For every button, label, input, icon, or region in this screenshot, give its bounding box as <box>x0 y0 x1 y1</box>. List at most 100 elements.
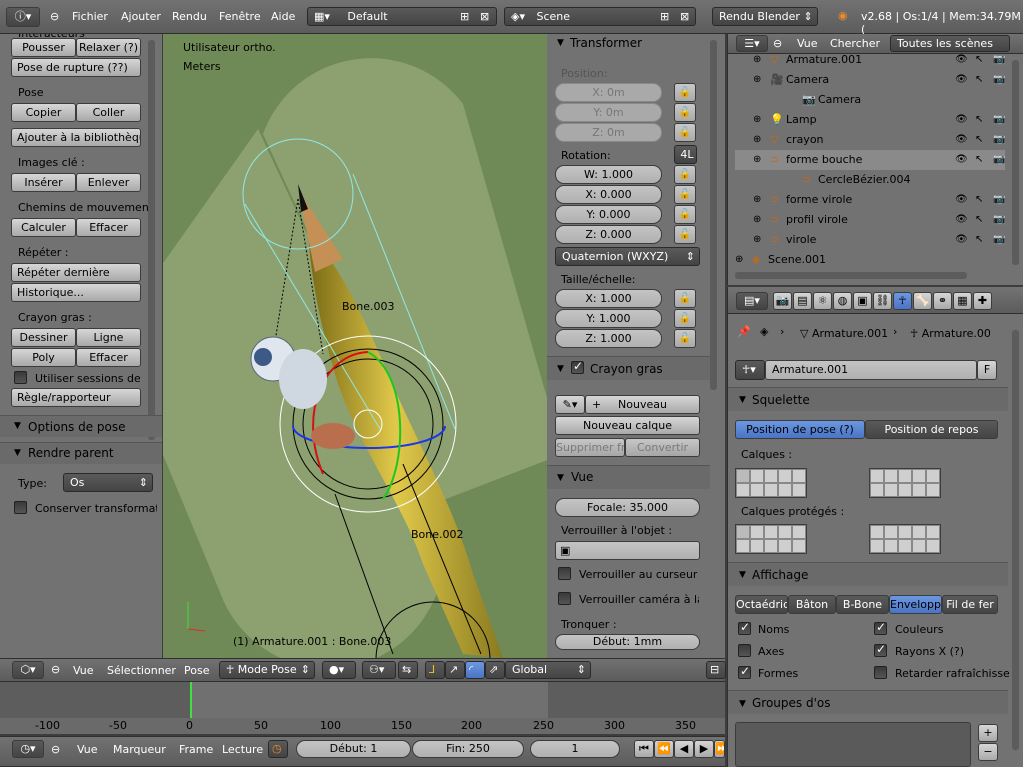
menu-aide[interactable]: Aide <box>271 10 295 23</box>
fake-user-button[interactable]: F <box>977 360 997 380</box>
pos-z-lock-icon[interactable]: 🔓 <box>674 123 696 142</box>
couleurs-checkbox[interactable] <box>874 620 887 635</box>
expand-toggle-icon[interactable]: ⊕ <box>753 110 761 130</box>
outliner-row[interactable]: ⊃ CercleBézier.004 <box>735 170 1005 190</box>
dessiner-button[interactable]: Dessiner <box>11 328 76 347</box>
display-envelope-button[interactable]: Enveloppe <box>889 595 942 614</box>
render-engine-selector[interactable]: Rendu Blender ⇕ <box>712 7 818 26</box>
manipulator-toggle[interactable]: ⇆ <box>398 661 418 679</box>
frame-start-field[interactable]: Début: 1 <box>296 740 411 758</box>
pos-x-lock-icon[interactable]: 🔓 <box>674 83 696 102</box>
renderability-camera-icon[interactable]: 📷 <box>993 230 1005 250</box>
outliner-hscrollbar[interactable] <box>735 272 967 279</box>
constraints-tab-icon[interactable]: ⛓ <box>873 292 892 310</box>
selectability-arrow-icon[interactable]: ↖ <box>975 50 983 70</box>
scale-z-lock-icon[interactable]: 🔓 <box>674 329 696 348</box>
visibility-eye-icon[interactable]: 👁 <box>955 150 968 170</box>
scale-x-lock-icon[interactable]: 🔓 <box>674 289 696 308</box>
add-bone-group-icon[interactable]: + <box>978 724 998 742</box>
current-frame-line[interactable] <box>190 682 192 718</box>
transformer-expand-icon[interactable]: ▼ <box>557 38 564 48</box>
expand-toggle-icon[interactable]: ⊕ <box>753 130 761 150</box>
rot-x-field[interactable]: X: 0.000 <box>555 185 662 204</box>
npanel-scrollbar[interactable] <box>710 40 717 390</box>
visibility-eye-icon[interactable]: 👁 <box>955 50 968 70</box>
texture-tab-icon[interactable]: ▦ <box>953 292 972 310</box>
menu-lecture[interactable]: Lecture <box>222 743 263 756</box>
expand-toggle-icon[interactable]: ⊕ <box>753 70 761 90</box>
current-frame-field[interactable]: 1 <box>530 740 620 758</box>
rotation-4l-toggle[interactable]: 4L <box>674 145 697 164</box>
outliner-item-name[interactable]: forme virole <box>786 190 852 210</box>
outliner-row[interactable]: ⊕ ⊃ forme bouche 👁 ↖ 📷 <box>735 150 1005 170</box>
regle-button[interactable]: Règle/rapporteur <box>11 388 141 407</box>
formes-checkbox[interactable] <box>738 664 751 679</box>
pos-z-field[interactable]: Z: 0m <box>555 123 662 142</box>
remove-bone-group-icon[interactable]: − <box>978 743 998 761</box>
renderability-camera-icon[interactable]: 📷 <box>993 190 1005 210</box>
conserver-checkbox[interactable] <box>14 501 27 514</box>
convertir-button[interactable]: Convertir <box>625 438 700 457</box>
selectability-arrow-icon[interactable]: ↖ <box>975 210 983 230</box>
outliner-menu-chercher[interactable]: Chercher <box>830 37 880 50</box>
display-bbone-button[interactable]: B-Bone <box>836 595 889 614</box>
effacer-paths-button[interactable]: Effacer <box>76 218 141 237</box>
outliner-item-name[interactable]: profil virole <box>786 210 848 230</box>
tool-shelf-scrollbar[interactable] <box>148 40 155 440</box>
crayon-gras-expand-icon[interactable]: ▼ <box>557 364 564 374</box>
layers-grid-right[interactable] <box>869 468 941 498</box>
outliner-item-name[interactable]: virole <box>786 230 816 250</box>
outliner-vscrollbar[interactable] <box>1012 60 1019 265</box>
axes-checkbox[interactable] <box>738 644 751 657</box>
menu-fichier[interactable]: Fichier <box>72 10 108 23</box>
layer-icon[interactable]: ⊟ <box>706 661 726 679</box>
bone-constraints-tab-icon[interactable]: ⚭ <box>933 292 952 310</box>
manip-translate-icon[interactable]: ↗ <box>445 661 465 679</box>
clip-start-field[interactable]: Début: 1mm <box>555 634 700 650</box>
preview-range-toggle[interactable]: ◷ <box>268 740 288 758</box>
outliner-item-name[interactable]: Lamp <box>786 110 817 130</box>
outliner-row[interactable]: ⊕ 🎥 Camera 👁 ↖ 📷 <box>735 70 1005 90</box>
armature-datablock-name[interactable]: Armature.001 <box>765 360 977 380</box>
expand-toggle-icon[interactable]: ⊕ <box>735 250 743 270</box>
outliner-row[interactable]: ⊕ ▽ crayon 👁 ↖ 📷 <box>735 130 1005 150</box>
rot-w-lock-icon[interactable]: 🔓 <box>674 165 696 184</box>
add-scene-icon[interactable]: ⊞ <box>660 8 669 25</box>
menu-fenetre[interactable]: Fenêtre <box>219 10 261 23</box>
pivot-selector[interactable]: ⚇▾ <box>362 661 396 679</box>
layer-cell-active[interactable] <box>736 469 750 483</box>
nouveau-calque-button[interactable]: Nouveau calque <box>555 416 700 435</box>
menu-frame[interactable]: Frame <box>179 743 213 756</box>
rot-x-lock-icon[interactable]: 🔓 <box>674 185 696 204</box>
manip-axes-icon[interactable]: ⅃ <box>425 661 445 679</box>
repeter-derniere-button[interactable]: Répéter dernière <box>11 263 141 282</box>
ligne-button[interactable]: Ligne <box>76 328 141 347</box>
scale-z-field[interactable]: Z: 1.000 <box>555 329 662 348</box>
properties-scrollbar[interactable] <box>1012 330 1019 750</box>
outliner-item-name[interactable]: crayon <box>786 130 824 150</box>
rot-z-lock-icon[interactable]: 🔓 <box>674 225 696 244</box>
outliner-row[interactable]: 📷 Camera <box>735 90 1005 110</box>
coller-button[interactable]: Coller <box>76 103 141 122</box>
expand-toggle-icon[interactable]: ⊕ <box>753 230 761 250</box>
renderability-camera-icon[interactable]: 📷 <box>993 50 1005 70</box>
protected-layers-grid-right[interactable] <box>869 524 941 554</box>
menu-ajouter[interactable]: Ajouter <box>121 10 161 23</box>
world-tab-icon[interactable]: ◍ <box>833 292 852 310</box>
gp-pencil-icon-button[interactable]: ✎▾ <box>555 395 585 414</box>
menu-vue-3d[interactable]: Vue <box>73 664 94 677</box>
expand-toggle-icon[interactable]: ⊕ <box>753 50 761 70</box>
armature-data-tab-icon[interactable]: ☥ <box>893 292 912 310</box>
crayon-gras-checkbox[interactable] <box>571 359 584 374</box>
collapse-timeline-menu-icon[interactable]: ⊖ <box>51 743 60 756</box>
remove-layout-icon[interactable]: ⊠ <box>480 8 489 25</box>
rot-y-lock-icon[interactable]: 🔓 <box>674 205 696 224</box>
outliner-row[interactable]: ⊕ ⊃ forme virole 👁 ↖ 📷 <box>735 190 1005 210</box>
bone-tab-icon[interactable]: 🦴 <box>913 292 932 310</box>
groupes-os-expand-icon[interactable]: ▼ <box>739 699 746 709</box>
pos-y-field[interactable]: Y: 0m <box>555 103 662 122</box>
lock-camera-checkbox[interactable] <box>558 592 571 605</box>
visibility-eye-icon[interactable]: 👁 <box>955 110 968 130</box>
pose-rupture-button[interactable]: Pose de rupture (??) <box>11 58 141 77</box>
rot-z-field[interactable]: Z: 0.000 <box>555 225 662 244</box>
